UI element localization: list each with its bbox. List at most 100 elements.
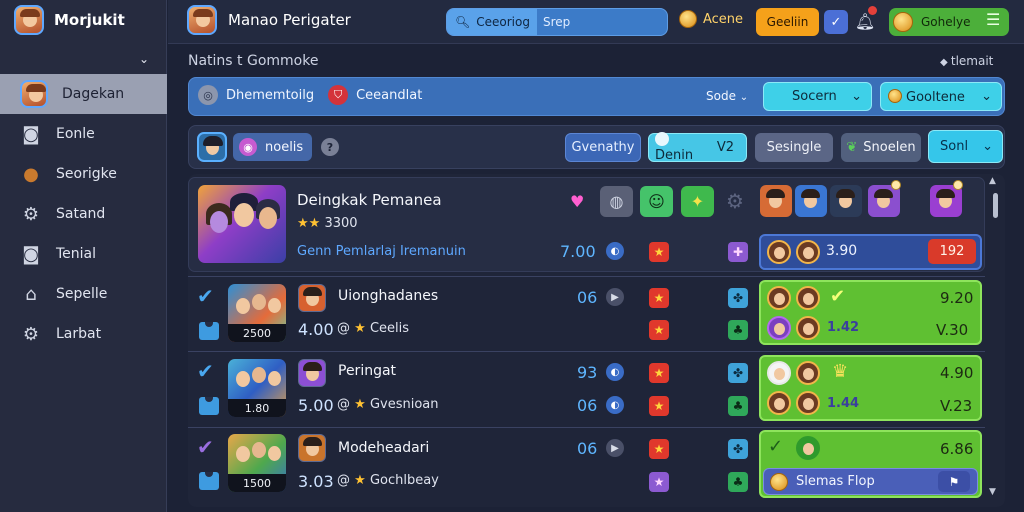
game-title[interactable]: Modeheadari (338, 440, 429, 456)
player-icon-1[interactable] (760, 185, 792, 217)
info-icon[interactable]: ◐ (606, 242, 624, 260)
sidebar-item-eonle[interactable]: ◙ Eonle (0, 114, 167, 154)
search-mode-button[interactable]: 🔍︎ Ceeoriog (447, 9, 537, 35)
creator-avatar[interactable] (298, 284, 326, 312)
game-title[interactable]: Uionghadanes (338, 288, 438, 304)
star-icon: ★ (354, 397, 366, 412)
filter-status[interactable]: Sode ⌄ (706, 89, 748, 103)
sidebar-item-seorigke[interactable]: ● Seorigke (0, 154, 167, 194)
create-button[interactable]: Geeliin (756, 8, 819, 36)
puzzle-icon[interactable]: ✤ (728, 288, 748, 308)
sidebar-item-sepelle[interactable]: ⌂ Sepelle (0, 274, 167, 314)
user-avatar[interactable] (187, 5, 217, 35)
leaf-icon[interactable]: ♣ (728, 472, 748, 492)
info-icon[interactable]: ◐ (606, 363, 624, 381)
toolbar-button-2-value: V2 (716, 140, 734, 155)
shirt-icon[interactable] (199, 397, 219, 415)
scrollbar-thumb[interactable] (993, 193, 998, 218)
creator-avatar[interactable] (298, 434, 326, 462)
shirt-icon[interactable] (199, 472, 219, 490)
leaf-icon[interactable]: ♣ (728, 396, 748, 416)
shield-button[interactable]: ◍ (600, 186, 633, 217)
shield-icon[interactable]: ⛉ (328, 85, 349, 105)
smile-button[interactable]: ☺ (640, 186, 673, 217)
puzzle-icon[interactable]: ✤ (728, 439, 748, 459)
star-badge-icon[interactable]: ★ (649, 242, 669, 262)
shirt-icon[interactable] (199, 322, 219, 340)
star-badge-icon[interactable]: ★ (649, 396, 669, 416)
reward-badge[interactable]: 192 (928, 239, 976, 264)
game-thumbnail[interactable]: 2500 (228, 284, 286, 342)
check-icon[interactable]: ✔ (197, 284, 214, 308)
coin-icon (770, 472, 788, 491)
section-link[interactable]: ◆ tlemait (940, 54, 993, 68)
toolbar-button-4-label: Snoelen (863, 140, 916, 155)
filter-item-1[interactable]: Dhememtoilg (226, 88, 314, 103)
search-input[interactable] (537, 9, 667, 35)
heart-icon[interactable]: ♥ (570, 192, 584, 211)
star-button[interactable]: ✦ (681, 186, 714, 217)
toolbar-button-3[interactable]: Sesingle (755, 133, 833, 162)
game-thumbnail[interactable] (198, 185, 286, 263)
sidebar-item-satand[interactable]: ⚙ Satand (0, 194, 167, 234)
people-icon[interactable]: ⚑ (938, 471, 970, 492)
player-icon-2[interactable] (795, 185, 827, 217)
check-icon[interactable]: ✓ (824, 10, 848, 34)
play-icon[interactable]: ▶ (606, 288, 624, 306)
sidebar-item-label: Larbat (56, 326, 102, 342)
scroll-up-icon[interactable]: ▲ (989, 176, 996, 186)
sidebar-item-dagekan[interactable]: Dagekan (0, 74, 167, 114)
scroll-down-icon[interactable]: ▼ (989, 487, 996, 497)
badge-icon (891, 180, 901, 190)
filter-chip[interactable]: ◉ noelis (233, 133, 312, 161)
game-thumbnail[interactable]: 1.80 (228, 359, 286, 417)
rating-value: 5.00 (298, 396, 334, 415)
puzzle-icon[interactable]: ✤ (728, 363, 748, 383)
info-icon[interactable]: ◐ (606, 396, 624, 414)
toolbar-button-5[interactable]: Sonl ⌄ (928, 130, 1003, 163)
check-icon[interactable]: ✔ (197, 359, 214, 383)
game-title[interactable]: Peringat (338, 363, 396, 379)
leaf-icon[interactable]: ♣ (728, 320, 748, 340)
sidebar-item-label: Tenial (56, 246, 97, 262)
sidebar-item-larbat[interactable]: ⚙ Larbat (0, 314, 167, 354)
chat-icon (655, 132, 669, 146)
toolbar-button-4[interactable]: ❦ Snoelen (841, 133, 921, 162)
toolbar-button-2[interactable]: Denin V2 (648, 132, 747, 163)
menu-icon[interactable]: ☰ (986, 10, 1000, 29)
filter-select-1[interactable]: Socern ⌄ (763, 82, 872, 111)
filter-select-2[interactable]: Gooltene ⌄ (880, 82, 1002, 111)
game-value: 7.00 (560, 242, 596, 261)
reward-avatar (796, 240, 820, 264)
game-title[interactable]: Deingkak Pemanea (297, 191, 442, 209)
puzzle-icon[interactable]: ✚ (728, 242, 748, 262)
brand[interactable]: Morjukit (14, 4, 164, 36)
star-badge-icon[interactable]: ★ (649, 439, 669, 459)
creator-avatar[interactable] (298, 359, 326, 387)
star-badge-icon[interactable]: ★ (649, 288, 669, 308)
chevron-down-icon[interactable]: ⌄ (139, 52, 149, 66)
section-title: Natins t Gommoke (188, 53, 319, 69)
reward-avatar (796, 436, 820, 460)
check-icon[interactable]: ✔ (197, 435, 214, 459)
filter-item-2[interactable]: Ceeandlat (356, 88, 422, 103)
game-thumbnail[interactable]: 1500 (228, 434, 286, 492)
globe-icon[interactable]: ◎ (198, 85, 218, 105)
player-icon-3[interactable] (830, 185, 862, 217)
reward-value-bottom: V.30 (936, 321, 969, 339)
star-badge-icon[interactable]: ★ (649, 472, 669, 492)
scrollbar[interactable] (990, 177, 1002, 499)
sidebar-item-tenial[interactable]: ◙ Tenial (0, 234, 167, 274)
sidebar-item-label: Seorigke (56, 166, 117, 182)
help-icon[interactable]: ? (321, 138, 339, 156)
coin-label: Acene (703, 11, 744, 27)
game-subtitle-link[interactable]: Genn Pemlarlaj Iremanuin (297, 244, 466, 259)
star-badge-icon[interactable]: ★ (649, 320, 669, 340)
search-mode-label: Ceeoriog (476, 15, 530, 29)
toolbar-button-1[interactable]: Gvenathy (565, 133, 641, 162)
play-icon[interactable]: ▶ (606, 439, 624, 457)
gear-icon[interactable]: ⚙ (726, 189, 744, 213)
home-icon: ⌂ (25, 283, 37, 305)
star-badge-icon[interactable]: ★ (649, 363, 669, 383)
user-avatar[interactable] (197, 132, 227, 162)
